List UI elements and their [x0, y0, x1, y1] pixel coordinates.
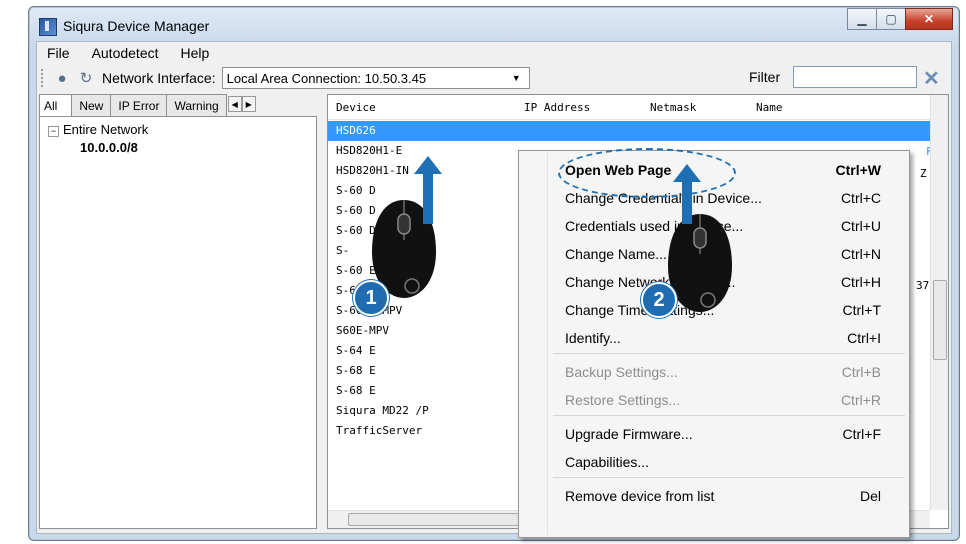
tree-subnet-label: 10.0.0.0/8	[80, 140, 138, 155]
table-row[interactable]: HSD626	[328, 121, 930, 141]
tree-node-root[interactable]: − Entire Network	[48, 122, 148, 137]
menu-item-capabilities[interactable]: Capabilities...	[519, 449, 909, 476]
app-icon	[39, 18, 57, 36]
title-bar: Siqura Device Manager ▁ ▢ ✕	[29, 7, 959, 41]
menu-item-shortcut: Ctrl+C	[840, 190, 881, 206]
step-badge-2: 2	[641, 282, 677, 318]
window-title: Siqura Device Manager	[63, 18, 210, 34]
maximize-button[interactable]: ▢	[876, 8, 906, 30]
column-ip-address[interactable]: IP Address	[524, 101, 590, 114]
network-tree: − Entire Network 10.0.0.0/8	[39, 116, 317, 529]
tree-node-subnet[interactable]: 10.0.0.0/8	[80, 140, 138, 155]
menu-item-shortcut: Ctrl+W	[835, 162, 882, 178]
minimize-button[interactable]: ▁	[847, 8, 877, 30]
tab-ip-error[interactable]: IP Error	[110, 94, 168, 116]
toolbar-grip[interactable]	[41, 69, 46, 87]
menu-item-shortcut: Ctrl+H	[840, 274, 881, 290]
network-interface-select[interactable]: Local Area Connection: 10.50.3.45 ▼	[221, 67, 530, 89]
clear-filter-icon[interactable]: ✕	[923, 66, 940, 91]
window-controls: ▁ ▢ ✕	[847, 8, 953, 30]
highlight-ellipse	[558, 148, 736, 198]
dropdown-arrow-icon: ▼	[511, 73, 521, 83]
menu-help[interactable]: Help	[181, 45, 210, 61]
refresh-icon[interactable]: ↻	[78, 70, 94, 87]
column-netmask[interactable]: Netmask	[650, 101, 696, 114]
tab-scroll-left-icon[interactable]: ◀	[227, 96, 242, 112]
menu-separator	[553, 415, 905, 416]
menu-item-label: Capabilities...	[565, 454, 650, 470]
tab-scroll-right-icon[interactable]: ▶	[241, 96, 256, 112]
scroll-thumb[interactable]	[348, 513, 520, 526]
menu-item-label: Identify...	[565, 330, 621, 346]
menu-item-shortcut: Ctrl+U	[840, 218, 881, 234]
menu-item-upgrade-firmware[interactable]: Upgrade Firmware... Ctrl+F	[519, 421, 909, 448]
network-interface-value: Local Area Connection: 10.50.3.45	[226, 70, 427, 86]
menu-item-restore-settings[interactable]: Restore Settings... Ctrl+R	[519, 387, 909, 414]
scroll-thumb[interactable]	[933, 280, 947, 360]
menu-item-shortcut: Ctrl+R	[840, 392, 881, 408]
menu-item-label: Backup Settings...	[565, 364, 678, 380]
tree-root-label: Entire Network	[63, 122, 149, 137]
close-button[interactable]: ✕	[905, 8, 953, 30]
arrow-up-icon	[414, 156, 442, 224]
menu-item-label: Remove device from list	[565, 488, 715, 504]
tab-all[interactable]: All	[39, 94, 73, 117]
vertical-scrollbar[interactable]	[930, 95, 948, 510]
menu-item-label: Restore Settings...	[565, 392, 681, 408]
menu-item-shortcut: Ctrl+N	[840, 246, 881, 262]
filter-tabs: All New IP Error Warning ◀ ▶	[39, 94, 317, 117]
column-device[interactable]: Device	[336, 101, 376, 114]
filter-label: Filter	[749, 69, 781, 85]
menu-item-backup-settings[interactable]: Backup Settings... Ctrl+B	[519, 359, 909, 386]
menu-separator	[553, 353, 905, 354]
menu-item-shortcut: Ctrl+I	[847, 330, 881, 346]
menu-autodetect[interactable]: Autodetect	[92, 45, 159, 61]
toolbar: ● ↻ Network Interface: Local Area Connec…	[37, 64, 951, 92]
network-interface-label: Network Interface:	[102, 70, 216, 86]
context-menu: Open Web Page Ctrl+W Change Credentials in…	[518, 150, 910, 538]
menu-file[interactable]: File	[47, 45, 70, 61]
collapse-icon[interactable]: −	[48, 126, 59, 137]
menu-item-shortcut: Del	[859, 488, 881, 504]
menu-bar: File Autodetect Help	[37, 42, 951, 64]
menu-separator	[553, 477, 905, 478]
menu-item-label: Upgrade Firmware...	[565, 426, 693, 442]
menu-item-label: Change Name...	[565, 246, 667, 262]
step-badge-1: 1	[353, 280, 389, 316]
tab-new[interactable]: New	[71, 94, 112, 116]
menu-item-identify[interactable]: Identify... Ctrl+I	[519, 325, 909, 352]
filter-input[interactable]	[793, 66, 917, 88]
column-header: Device IP Address Netmask Name	[328, 95, 930, 120]
left-pane: All New IP Error Warning ◀ ▶ − Entire Net…	[39, 94, 317, 529]
tab-scroll-buttons: ◀ ▶	[227, 94, 256, 116]
arrow-up-icon	[673, 164, 701, 224]
network-icon[interactable]: ●	[54, 70, 70, 87]
tab-warning[interactable]: Warning	[166, 94, 227, 116]
menu-item-shortcut: Ctrl+B	[841, 364, 881, 380]
row-fragment: 37	[916, 279, 930, 292]
menu-item-shortcut: Ctrl+F	[842, 426, 882, 442]
menu-item-remove-device-from-list[interactable]: Remove device from list Del	[519, 483, 909, 510]
column-name[interactable]: Name	[756, 101, 783, 114]
row-fragment: Z	[920, 167, 927, 180]
menu-item-shortcut: Ctrl+T	[842, 302, 882, 318]
